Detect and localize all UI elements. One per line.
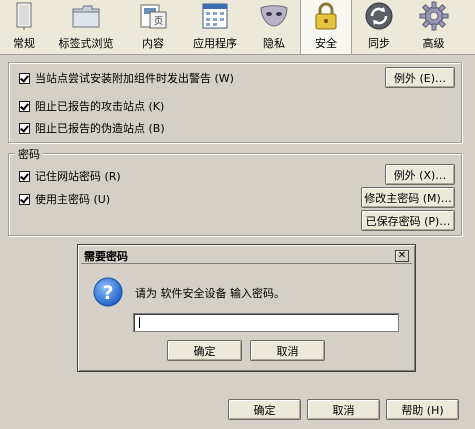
checkbox-label: 当站点尝试安装附加组件时发出警告 (W) [35, 72, 234, 85]
privacy-mask-icon [260, 5, 288, 27]
checkbox-label: 记住网站密码 (R) [35, 170, 121, 183]
saved-passwords-button[interactable]: 已保存密码 (P)… [361, 210, 455, 231]
tab-label: 内容 [142, 37, 164, 50]
help-button[interactable]: 帮助 (H) [386, 399, 459, 420]
tab-label: 常规 [13, 37, 35, 50]
tab-general[interactable]: 常规 [0, 0, 48, 54]
warn-addon-checkbox[interactable]: 当站点尝试安装附加组件时发出警告 (W) [19, 70, 234, 86]
tab-tabbed-browsing[interactable]: 标签式浏览 [48, 0, 124, 54]
checkbox-label: 使用主密码 (U) [35, 193, 111, 206]
text-caret [139, 317, 140, 328]
cancel-button[interactable]: 取消 [307, 399, 380, 420]
tab-label: 同步 [368, 37, 390, 50]
ok-button[interactable]: 确定 [228, 399, 301, 420]
applications-icon [202, 3, 228, 29]
tab-label: 安全 [315, 37, 337, 50]
checkbox-label: 阻止已报告的伪造站点 (B) [35, 122, 165, 135]
passwords-group: 密码 记住网站密码 (R) 例外 (X)… 使用主密码 (U) 修改主密码 (M… [8, 146, 462, 236]
passwords-legend: 密码 [15, 146, 43, 162]
folder-tabs-icon [72, 5, 100, 28]
svg-text:页: 页 [154, 16, 163, 27]
checkbox-box[interactable] [19, 72, 30, 84]
addon-exceptions-button[interactable]: 例外 (E)… [385, 67, 455, 88]
tab-label: 应用程序 [193, 37, 237, 50]
preferences-toolbar: 常规 标签式浏览 页 内容 应用程序 隐私 安全 同步 高级 [0, 0, 475, 55]
tab-sync[interactable]: 同步 [352, 0, 406, 54]
close-icon[interactable]: ✕ [395, 250, 409, 262]
checkbox-box[interactable] [19, 100, 30, 112]
tab-security[interactable]: 安全 [300, 0, 352, 54]
general-icon [16, 2, 32, 30]
content-icon: 页 [140, 4, 167, 29]
sync-icon [365, 2, 393, 30]
security-warnings-group: 当站点尝试安装附加组件时发出警告 (W) 例外 (E)… 阻止已报告的攻击站点 … [8, 62, 462, 143]
dialog-ok-button[interactable]: 确定 [167, 340, 242, 361]
dialog-title-bar[interactable]: 需要密码 ✕ [81, 248, 412, 264]
checkbox-box[interactable] [19, 122, 30, 134]
block-attack-checkbox[interactable]: 阻止已报告的攻击站点 (K) [19, 98, 164, 114]
lock-icon [315, 2, 337, 30]
remember-passwords-checkbox[interactable]: 记住网站密码 (R) [19, 168, 121, 184]
block-forgery-checkbox[interactable]: 阻止已报告的伪造站点 (B) [19, 120, 165, 136]
gear-icon [419, 1, 448, 31]
dialog-message: 请为 软件安全设备 输入密码。 [135, 287, 285, 300]
dialog-title: 需要密码 [84, 249, 128, 263]
checkbox-label: 阻止已报告的攻击站点 (K) [35, 100, 165, 113]
tab-advanced[interactable]: 高级 [406, 0, 461, 54]
change-master-password-button[interactable]: 修改主密码 (M)… [361, 187, 455, 208]
password-input[interactable] [133, 313, 399, 332]
question-icon: ? [93, 277, 123, 307]
tab-label: 高级 [422, 37, 445, 50]
svg-text:?: ? [102, 282, 113, 304]
checkbox-box[interactable] [19, 170, 30, 182]
tab-content[interactable]: 页 内容 [124, 0, 182, 54]
tab-label: 标签式浏览 [58, 37, 114, 50]
tab-applications[interactable]: 应用程序 [182, 0, 248, 54]
use-master-password-checkbox[interactable]: 使用主密码 (U) [19, 191, 110, 207]
tab-label: 隐私 [263, 37, 285, 50]
dialog-cancel-button[interactable]: 取消 [250, 340, 325, 361]
tab-privacy[interactable]: 隐私 [248, 0, 300, 54]
checkbox-box[interactable] [19, 193, 30, 205]
password-exceptions-button[interactable]: 例外 (X)… [385, 164, 455, 185]
password-required-dialog: 需要密码 ✕ ? 请为 软件安全设备 输入密码。 确定 取消 [77, 244, 416, 372]
